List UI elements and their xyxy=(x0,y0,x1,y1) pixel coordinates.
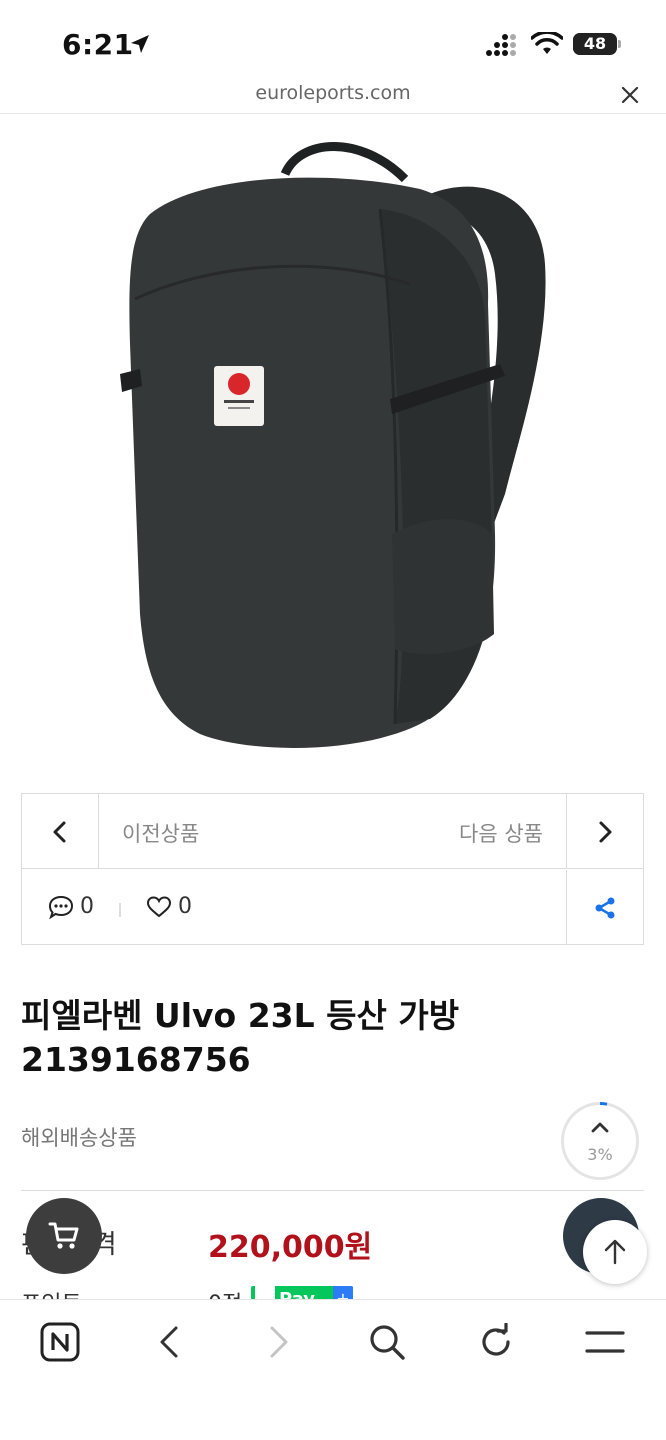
chevron-left-icon xyxy=(53,821,66,842)
wifi-icon xyxy=(531,32,563,54)
social-row: 0 0 xyxy=(22,870,643,945)
url-text[interactable]: euroleports.com xyxy=(0,82,666,104)
chevron-right-icon xyxy=(270,1326,288,1358)
price-value: 220,000원 xyxy=(208,1230,373,1265)
status-bar: 6:21 48 xyxy=(0,0,666,80)
scroll-percent: 3% xyxy=(587,1145,613,1164)
battery-cap xyxy=(618,40,621,48)
prev-next-panel: 이전상품 다음 상품 0 0 xyxy=(21,793,644,945)
browser-toolbar xyxy=(0,1299,666,1440)
chevron-up-icon xyxy=(591,1122,609,1133)
status-time: 6:21 xyxy=(62,28,134,61)
npay-n-icon xyxy=(255,1286,275,1300)
hamburger-menu-icon xyxy=(585,1331,625,1353)
chevron-left-icon xyxy=(160,1326,178,1358)
signal-icon xyxy=(486,34,516,56)
back-button[interactable] xyxy=(147,1320,191,1364)
search-icon xyxy=(370,1325,405,1360)
next-product-label[interactable]: 다음 상품 xyxy=(459,818,543,848)
npay-text: Pay xyxy=(279,1289,316,1300)
shipping-note: 해외배송상품 xyxy=(21,1126,137,1150)
npay-plus-icon: + xyxy=(333,1286,353,1300)
comment-icon xyxy=(48,895,74,919)
next-product-button[interactable] xyxy=(566,794,643,869)
menu-button[interactable] xyxy=(583,1320,627,1364)
points-label: 포인트 xyxy=(21,1286,82,1300)
forward-button[interactable] xyxy=(257,1320,301,1364)
cart-button[interactable] xyxy=(26,1198,102,1274)
scroll-progress-button[interactable]: 3% xyxy=(561,1102,639,1180)
product-title: 피엘라벤 Ulvo 23L 등산 가방 2139168756 xyxy=(21,996,460,1079)
like-count: 0 xyxy=(178,894,192,919)
product-image[interactable] xyxy=(0,114,666,774)
prev-product-label[interactable]: 이전상품 xyxy=(122,818,199,848)
battery-level: 48 xyxy=(583,34,607,53)
close-icon[interactable] xyxy=(619,84,641,106)
chevron-right-icon xyxy=(599,821,612,842)
cart-icon xyxy=(48,1222,79,1249)
search-button[interactable] xyxy=(365,1320,409,1364)
scroll-progress-arc xyxy=(599,1102,608,1106)
divider xyxy=(21,1190,644,1191)
scroll-top-button[interactable] xyxy=(583,1220,647,1284)
comment-count-button[interactable]: 0 xyxy=(48,894,94,919)
prev-next-row: 이전상품 다음 상품 xyxy=(22,794,643,869)
naver-n-icon xyxy=(40,1322,80,1362)
prev-product-button[interactable] xyxy=(22,794,99,869)
battery-body: 48 xyxy=(573,33,617,55)
location-arrow-icon xyxy=(131,35,149,53)
share-icon xyxy=(595,897,615,918)
refresh-icon xyxy=(482,1323,510,1356)
heart-icon xyxy=(146,895,172,917)
backpack-image xyxy=(120,142,546,748)
share-button[interactable] xyxy=(566,870,643,945)
refresh-button[interactable] xyxy=(474,1320,518,1364)
comment-count: 0 xyxy=(80,894,94,919)
battery-icon: 48 xyxy=(573,33,621,55)
naver-home-button[interactable] xyxy=(38,1320,82,1364)
url-bar[interactable]: euroleports.com xyxy=(0,80,666,114)
npay-badge: Pay + xyxy=(251,1286,353,1300)
points-value: 0점 xyxy=(208,1286,242,1300)
arrow-up-icon xyxy=(604,1239,626,1265)
like-count-button[interactable]: 0 xyxy=(146,894,192,919)
social-divider xyxy=(119,903,121,917)
